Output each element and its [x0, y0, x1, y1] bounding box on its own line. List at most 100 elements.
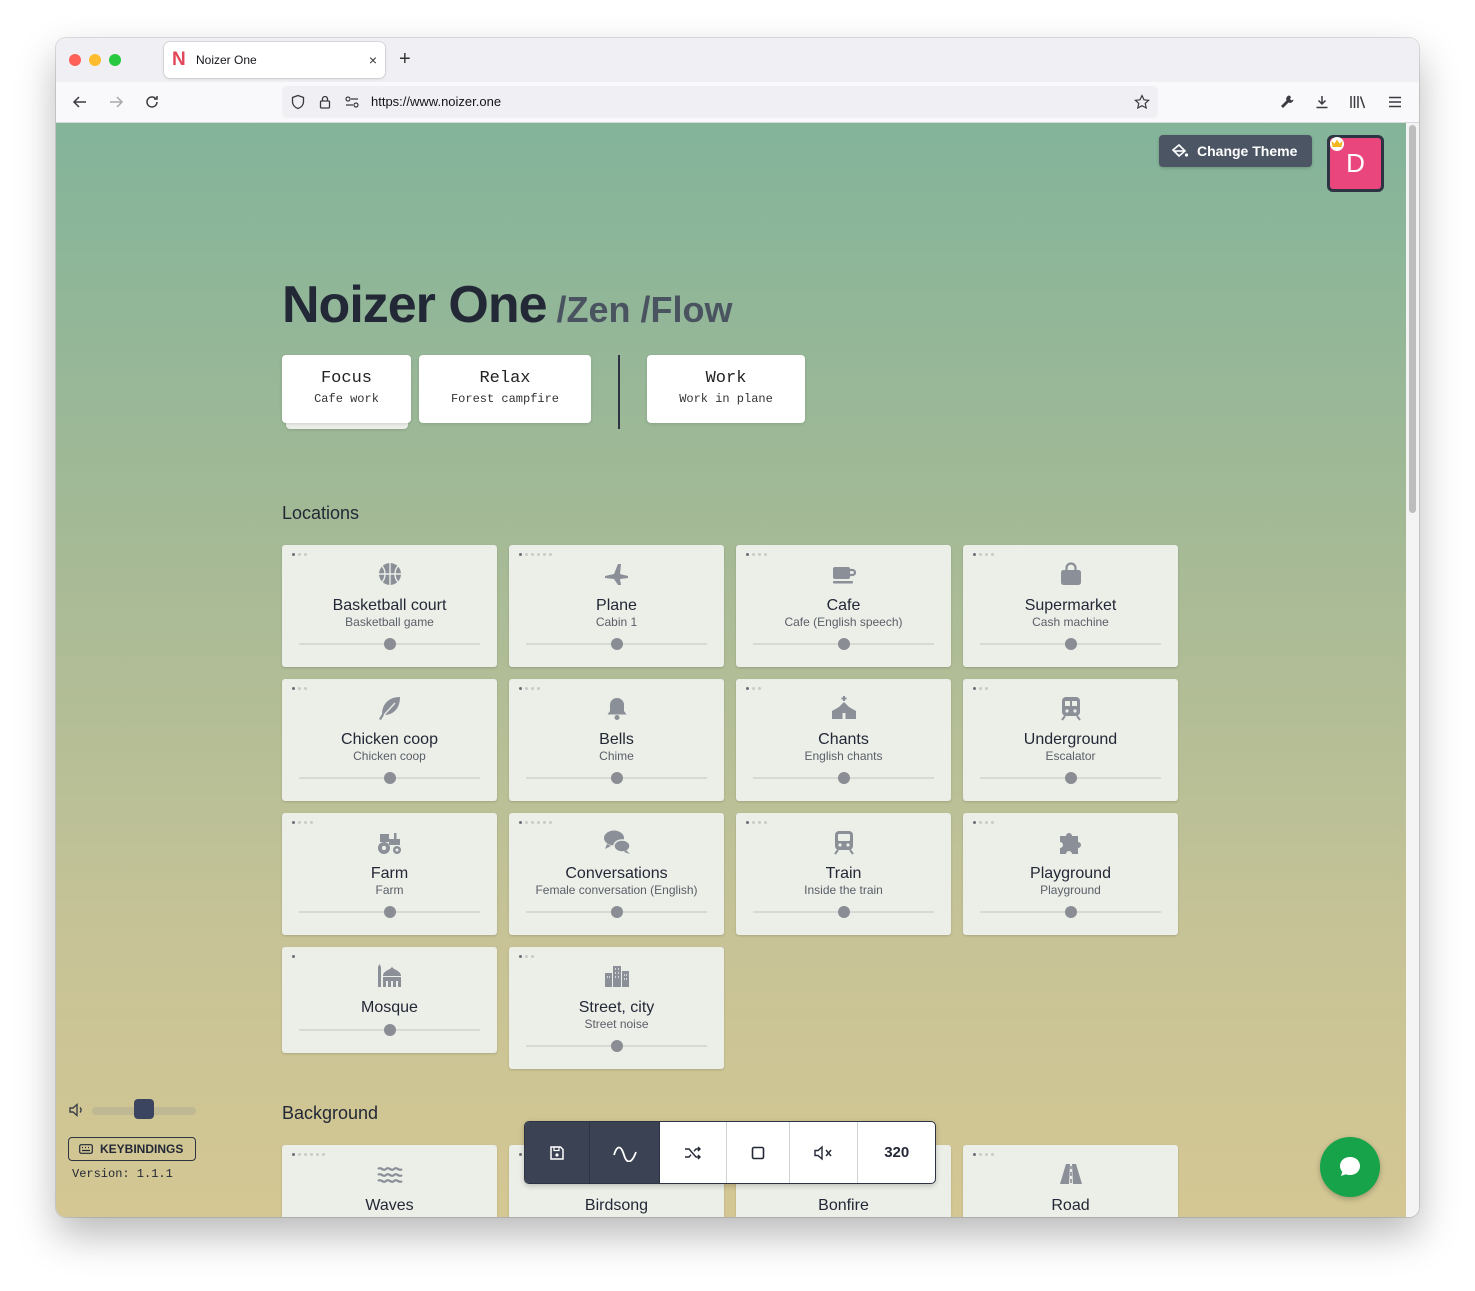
variant-dot[interactable]: [525, 955, 528, 958]
variant-dots[interactable]: [746, 687, 761, 690]
variant-dot[interactable]: [764, 553, 767, 556]
card-volume-knob[interactable]: [1065, 638, 1077, 650]
location-card-farm[interactable]: Farm Farm: [282, 813, 497, 935]
card-volume-knob[interactable]: [384, 772, 396, 784]
bookmark-star-icon[interactable]: [1134, 94, 1150, 110]
lock-icon[interactable]: [317, 94, 333, 110]
preset-work[interactable]: Work Work in plane: [647, 355, 805, 423]
card-volume-knob[interactable]: [838, 772, 850, 784]
variant-dot[interactable]: [298, 1153, 301, 1156]
card-volume-knob[interactable]: [611, 1040, 623, 1052]
variant-dots[interactable]: [292, 687, 307, 690]
variant-dot[interactable]: [549, 821, 552, 824]
variant-dot[interactable]: [979, 821, 982, 824]
variant-dot[interactable]: [758, 553, 761, 556]
chat-button[interactable]: [1320, 1137, 1380, 1197]
location-card-cafe[interactable]: Cafe Cafe (English speech): [736, 545, 951, 667]
variant-dot[interactable]: [543, 553, 546, 556]
forward-icon[interactable]: [106, 92, 126, 112]
card-volume-knob[interactable]: [384, 1024, 396, 1036]
card-volume-knob[interactable]: [611, 638, 623, 650]
library-icon[interactable]: [1348, 92, 1368, 112]
save-button[interactable]: [525, 1122, 590, 1183]
page-scrollbar[interactable]: [1406, 123, 1419, 1217]
card-volume-knob[interactable]: [1065, 772, 1077, 784]
variant-dot[interactable]: [985, 1153, 988, 1156]
background-card-waves[interactable]: Waves: [282, 1145, 497, 1217]
variant-dot[interactable]: [543, 821, 546, 824]
close-window-button[interactable]: [69, 54, 81, 66]
variant-dots[interactable]: [519, 687, 540, 690]
variant-dot[interactable]: [316, 1153, 319, 1156]
menu-icon[interactable]: [1385, 92, 1405, 112]
variant-dot[interactable]: [985, 821, 988, 824]
variant-dot[interactable]: [752, 821, 755, 824]
wave-mode-button[interactable]: [589, 1122, 661, 1183]
card-volume-knob[interactable]: [1065, 906, 1077, 918]
preset-focus[interactable]: Focus Cafe work: [282, 355, 411, 423]
wrench-icon[interactable]: [1277, 92, 1297, 112]
variant-dot[interactable]: [531, 955, 534, 958]
variant-dot[interactable]: [322, 1153, 325, 1156]
variant-dot[interactable]: [973, 553, 976, 556]
variant-dot[interactable]: [298, 821, 301, 824]
scrollbar-thumb[interactable]: [1409, 125, 1416, 513]
variant-dot[interactable]: [304, 821, 307, 824]
location-card-underground[interactable]: Underground Escalator: [963, 679, 1178, 801]
minimize-window-button[interactable]: [89, 54, 101, 66]
variant-dot[interactable]: [292, 821, 295, 824]
variant-dot[interactable]: [979, 1153, 982, 1156]
variant-dots[interactable]: [973, 687, 988, 690]
variant-dot[interactable]: [549, 553, 552, 556]
location-card-bells[interactable]: Bells Chime: [509, 679, 724, 801]
variant-dots[interactable]: [746, 553, 767, 556]
background-card-road[interactable]: Road: [963, 1145, 1178, 1217]
location-card-chicken-coop[interactable]: Chicken coop Chicken coop: [282, 679, 497, 801]
stop-button[interactable]: [727, 1122, 790, 1183]
card-volume-knob[interactable]: [384, 906, 396, 918]
variant-dot[interactable]: [519, 821, 522, 824]
variant-dot[interactable]: [525, 553, 528, 556]
change-theme-button[interactable]: Change Theme: [1159, 135, 1312, 167]
location-card-train[interactable]: Train Inside the train: [736, 813, 951, 935]
variant-dots[interactable]: [292, 1153, 325, 1156]
variant-dot[interactable]: [537, 553, 540, 556]
new-tab-button[interactable]: +: [399, 49, 411, 69]
variant-dot[interactable]: [519, 955, 522, 958]
timer-count[interactable]: 320: [858, 1122, 935, 1183]
variant-dots[interactable]: [519, 1153, 522, 1156]
card-volume-knob[interactable]: [838, 906, 850, 918]
variant-dots[interactable]: [292, 821, 313, 824]
variant-dots[interactable]: [973, 553, 994, 556]
variant-dot[interactable]: [292, 955, 295, 958]
back-icon[interactable]: [70, 92, 90, 112]
variant-dot[interactable]: [746, 553, 749, 556]
location-card-street-city[interactable]: Street, city Street noise: [509, 947, 724, 1069]
reload-icon[interactable]: [142, 92, 162, 112]
variant-dot[interactable]: [973, 687, 976, 690]
variant-dot[interactable]: [973, 821, 976, 824]
variant-dot[interactable]: [298, 553, 301, 556]
location-card-plane[interactable]: Plane Cabin 1: [509, 545, 724, 667]
location-card-chants[interactable]: Chants English chants: [736, 679, 951, 801]
variant-dot[interactable]: [537, 687, 540, 690]
card-volume-knob[interactable]: [384, 638, 396, 650]
variant-dot[interactable]: [519, 1153, 522, 1156]
location-card-playground[interactable]: Playground Playground: [963, 813, 1178, 935]
shuffle-button[interactable]: [660, 1122, 728, 1183]
variant-dots[interactable]: [519, 821, 552, 824]
variant-dot[interactable]: [758, 687, 761, 690]
variant-dot[interactable]: [991, 1153, 994, 1156]
variant-dot[interactable]: [292, 687, 295, 690]
variant-dot[interactable]: [531, 821, 534, 824]
location-card-conversations[interactable]: Conversations Female conversation (Englis…: [509, 813, 724, 935]
variant-dot[interactable]: [525, 687, 528, 690]
maximize-window-button[interactable]: [109, 54, 121, 66]
variant-dots[interactable]: [746, 821, 767, 824]
location-card-basketball-court[interactable]: Basketball court Basketball game: [282, 545, 497, 667]
shield-icon[interactable]: [290, 94, 306, 110]
variant-dot[interactable]: [746, 821, 749, 824]
preset-relax[interactable]: Relax Forest campfire: [419, 355, 591, 423]
variant-dots[interactable]: [519, 553, 552, 556]
variant-dot[interactable]: [973, 1153, 976, 1156]
